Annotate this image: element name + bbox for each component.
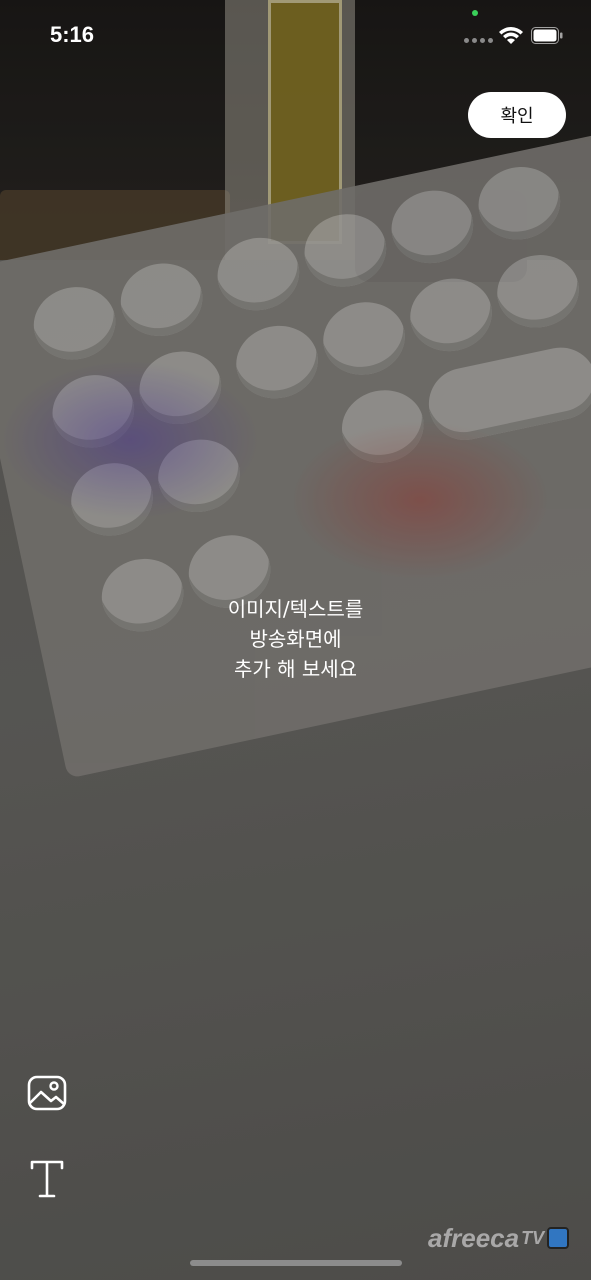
afreecatv-mascot-icon [547, 1227, 570, 1249]
signal-icon [464, 38, 493, 43]
watermark-brand-suffix: TV [521, 1227, 545, 1248]
confirm-button[interactable]: 확인 [468, 92, 566, 138]
home-indicator[interactable] [190, 1260, 402, 1266]
status-time: 5:16 [50, 22, 95, 47]
add-content-hint: 이미지/텍스트를 방송화면에 추가 해 보세요 [0, 594, 591, 684]
add-text-button[interactable] [24, 1156, 70, 1202]
hint-line-1: 이미지/텍스트를 [227, 597, 364, 621]
afreecatv-watermark: afreeca TV [428, 1222, 570, 1254]
watermark-brand: afreeca [428, 1222, 520, 1253]
hint-line-2: 방송화면에 [249, 627, 342, 651]
text-icon [30, 1160, 64, 1198]
camera-in-use-indicator [472, 10, 478, 16]
add-image-button[interactable] [24, 1070, 70, 1116]
battery-icon [531, 27, 563, 44]
image-icon [27, 1075, 67, 1111]
status-bar: 5:16 [0, 0, 591, 70]
hint-line-3: 추가 해 보세요 [233, 657, 358, 681]
wifi-icon [499, 27, 523, 44]
